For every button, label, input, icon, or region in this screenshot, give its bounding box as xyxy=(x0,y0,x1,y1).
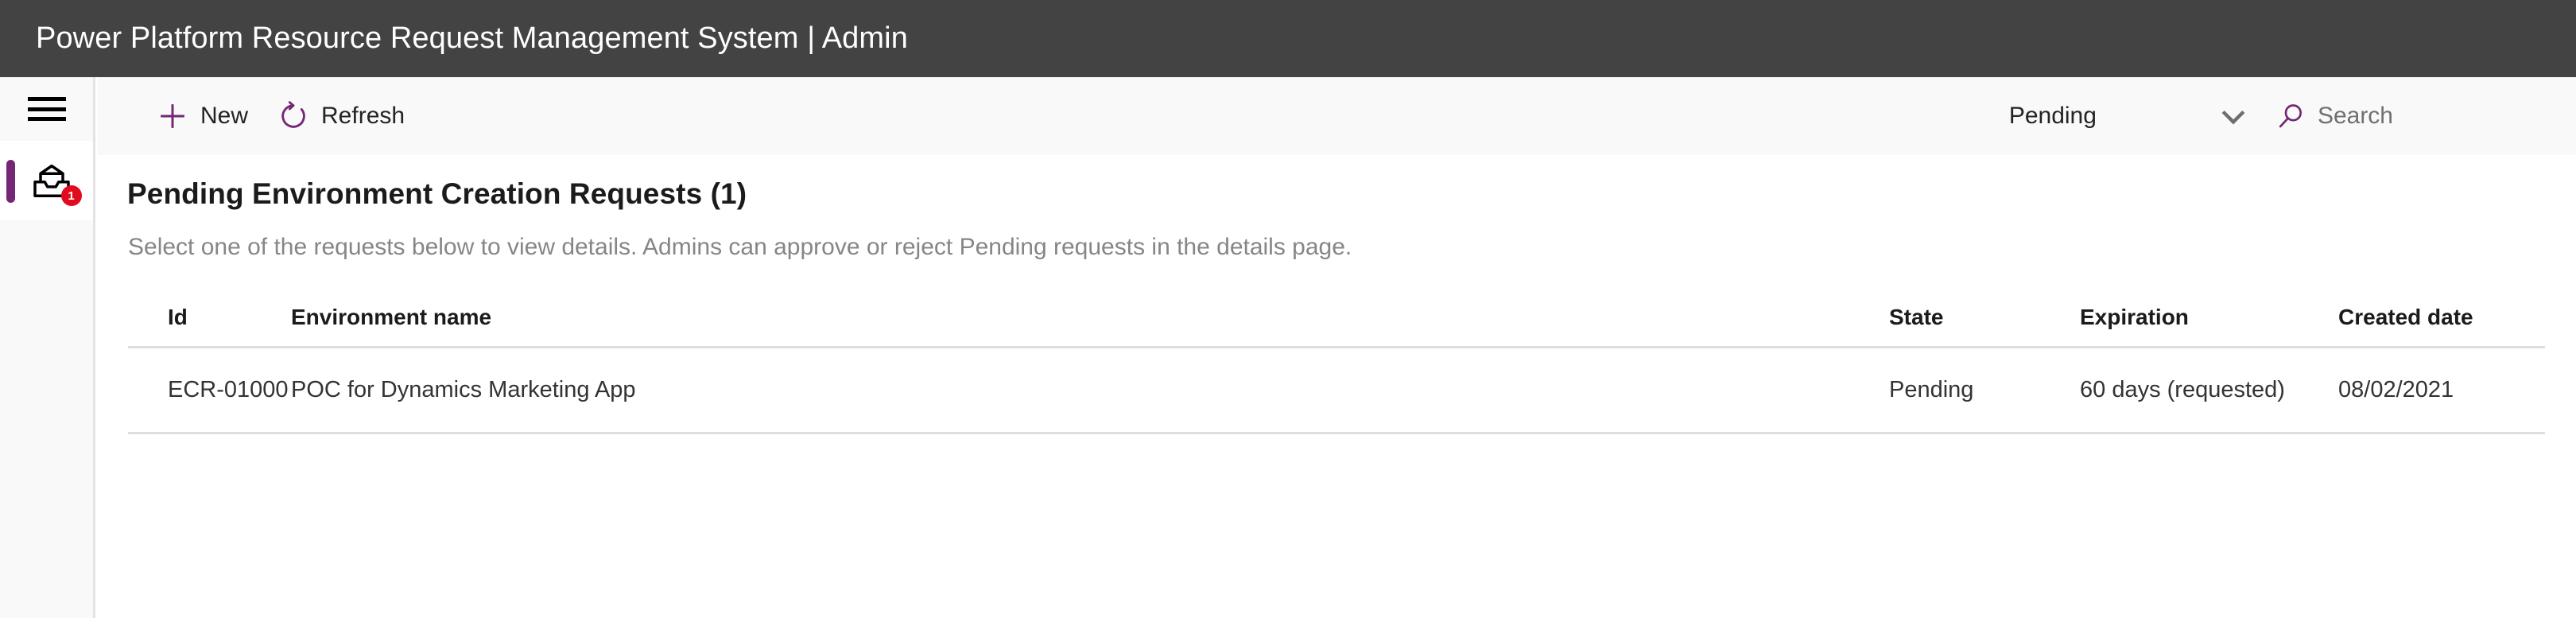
new-button-label: New xyxy=(200,103,249,129)
app-title: Power Platform Resource Request Manageme… xyxy=(36,21,908,55)
requests-table: Id Environment name State Expiration Cre… xyxy=(128,290,2545,434)
cell-id: ECR-01000 xyxy=(128,347,291,434)
search-icon[interactable] xyxy=(2275,100,2306,132)
table-row[interactable]: ECR-01000 POC for Dynamics Marketing App… xyxy=(128,347,2545,434)
cell-created: 08/02/2021 xyxy=(2338,347,2545,434)
command-bar-right-group: Pending Search xyxy=(2009,99,2576,134)
view-selector[interactable]: Pending xyxy=(2009,99,2251,134)
command-bar: New Refresh Pending Search xyxy=(98,77,2576,155)
column-header-id[interactable]: Id xyxy=(128,290,291,348)
column-header-expiration[interactable]: Expiration xyxy=(2080,290,2338,348)
refresh-icon xyxy=(277,99,310,133)
page-subtitle: Select one of the requests below to view… xyxy=(128,234,1352,260)
chevron-down-icon[interactable] xyxy=(2216,99,2251,134)
plus-icon xyxy=(156,99,189,133)
refresh-button[interactable]: Refresh xyxy=(262,88,419,144)
cell-environment: POC for Dynamics Marketing App xyxy=(291,347,1889,434)
search-placeholder-text: Search xyxy=(2317,103,2393,129)
hamburger-bar-1 xyxy=(27,97,66,101)
search-input[interactable]: Search xyxy=(2275,100,2393,132)
hamburger-bar-2 xyxy=(27,107,66,111)
cell-state: Pending xyxy=(1889,347,2080,434)
table-header-row: Id Environment name State Expiration Cre… xyxy=(128,290,2545,348)
main-content: Pending Environment Creation Requests (1… xyxy=(98,155,2576,618)
new-button[interactable]: New xyxy=(142,88,262,144)
column-header-environment[interactable]: Environment name xyxy=(291,290,1889,348)
cell-expiration: 60 days (requested) xyxy=(2080,347,2338,434)
sidebar: 1 xyxy=(0,77,95,618)
inbox-icon-wrapper: 1 xyxy=(29,158,82,206)
refresh-button-label: Refresh xyxy=(321,103,405,129)
sidebar-item-badge: 1 xyxy=(60,185,82,206)
requests-table-head: Id Environment name State Expiration Cre… xyxy=(128,290,2545,348)
hamburger-menu-button[interactable] xyxy=(0,77,93,141)
sidebar-item-requests[interactable]: 1 xyxy=(0,141,93,220)
command-bar-left-group: New Refresh xyxy=(98,88,419,144)
column-header-state[interactable]: State xyxy=(1889,290,2080,348)
column-header-created[interactable]: Created date xyxy=(2338,290,2545,348)
app-header: Power Platform Resource Request Manageme… xyxy=(0,0,2576,77)
hamburger-icon[interactable] xyxy=(27,97,66,121)
hamburger-bar-3 xyxy=(27,117,66,121)
view-selector-label: Pending xyxy=(2008,103,2097,129)
sidebar-selection-indicator xyxy=(6,160,15,203)
page-title: Pending Environment Creation Requests (1… xyxy=(127,177,747,210)
requests-table-body: ECR-01000 POC for Dynamics Marketing App… xyxy=(128,347,2545,434)
